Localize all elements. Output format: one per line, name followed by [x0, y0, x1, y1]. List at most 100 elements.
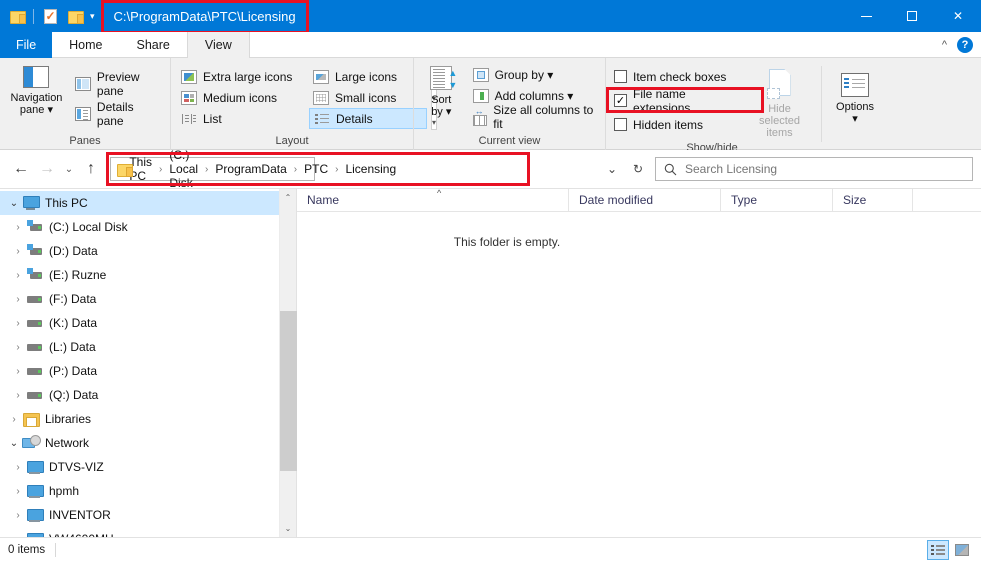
breadcrumb-separator-icon: › — [335, 163, 339, 175]
hidden-items-option[interactable]: Hidden items — [612, 114, 736, 135]
layout-extra-large-icons[interactable]: Extra large icons — [177, 66, 305, 87]
layout-medium-icons[interactable]: Medium icons — [177, 87, 305, 108]
tree-item-label: This PC — [45, 196, 88, 210]
scrollbar-thumb[interactable] — [279, 311, 297, 471]
tree-item-q-data[interactable]: › (Q:) Data — [0, 383, 296, 407]
preview-pane-button[interactable]: Preview pane — [73, 70, 164, 98]
file-name-extensions-label: File name extensions — [633, 86, 691, 115]
tab-share[interactable]: Share — [120, 32, 187, 58]
chevron-down-icon[interactable]: ⌄ — [6, 198, 22, 209]
breadcrumb-item-local-disk[interactable]: (C:) Local Disk — [164, 148, 203, 190]
tab-home[interactable]: Home — [52, 32, 119, 58]
details-view-toggle[interactable] — [927, 539, 949, 560]
sort-by-button[interactable]: ▲ ▼ Sort by ▾ — [420, 63, 463, 118]
close-button[interactable]: ✕ — [935, 0, 981, 32]
tree-item-k-data[interactable]: › (K:) Data — [0, 311, 296, 335]
scroll-down-icon[interactable]: ⌄ — [280, 520, 297, 537]
ribbon-group-panes: Navigation pane ▾ Preview pane Details p… — [0, 58, 170, 150]
column-header-type[interactable]: Type — [721, 188, 833, 212]
chevron-down-icon[interactable]: ⌄ — [6, 438, 22, 449]
tree-item-l-data[interactable]: › (L:) Data — [0, 335, 296, 359]
tree-item-libraries[interactable]: › Libraries — [0, 407, 296, 431]
chevron-right-icon[interactable]: › — [10, 486, 26, 497]
column-header-size[interactable]: Size — [833, 188, 913, 212]
tree-item-this-pc[interactable]: ⌄ This PC — [0, 191, 296, 215]
back-button[interactable]: ← — [8, 156, 34, 182]
tree-item-e-ruzne[interactable]: › (E:) Ruzne — [0, 263, 296, 287]
tree-item-label: (E:) Ruzne — [49, 268, 107, 282]
size-all-columns-button[interactable]: Size all columns to fit — [471, 103, 599, 131]
tree-item-label: (P:) Data — [49, 364, 98, 378]
up-button[interactable]: ↑ — [78, 156, 104, 182]
computer-icon — [26, 483, 44, 499]
layout-small-icons[interactable]: Small icons — [309, 87, 427, 108]
navigation-pane-scrollbar[interactable]: ⌃ ⌄ — [279, 189, 297, 537]
chevron-right-icon[interactable]: › — [10, 270, 26, 281]
hidden-items-checkbox[interactable] — [614, 118, 627, 131]
layout-list[interactable]: List — [177, 108, 305, 129]
file-name-extensions-option[interactable]: ✓ File name extensions — [606, 87, 764, 115]
column-header-name[interactable]: Name ^ — [297, 188, 569, 212]
chevron-right-icon[interactable]: › — [10, 462, 26, 473]
column-header-date-modified[interactable]: Date modified — [569, 188, 721, 212]
tab-file[interactable]: File — [0, 32, 53, 58]
breadcrumb-item-ptc[interactable]: PTC — [299, 162, 333, 176]
properties-icon[interactable] — [39, 5, 61, 27]
navigation-pane-button[interactable]: Navigation pane ▾ — [6, 63, 67, 116]
layout-label: Medium icons — [203, 90, 278, 105]
options-button[interactable]: Options ▾ — [822, 70, 888, 125]
collapse-ribbon-icon[interactable]: ^ — [942, 39, 947, 51]
breadcrumb-item-licensing[interactable]: Licensing — [340, 162, 401, 176]
file-name-extensions-checkbox[interactable]: ✓ — [614, 94, 627, 107]
scroll-up-icon[interactable]: ⌃ — [280, 189, 297, 206]
minimize-button[interactable] — [843, 0, 889, 32]
chevron-right-icon[interactable]: › — [10, 246, 26, 257]
tree-item-vw4600mh[interactable]: › VW4600MH — [0, 527, 296, 537]
folder-icon[interactable] — [6, 5, 28, 27]
column-header-extra[interactable] — [913, 189, 981, 212]
item-check-boxes-option[interactable]: Item check boxes — [612, 66, 736, 87]
breadcrumb-item-programdata[interactable]: ProgramData — [210, 162, 291, 176]
chevron-right-icon[interactable]: › — [6, 414, 22, 425]
breadcrumb-container: › This PC › (C:) Local Disk › ProgramDat… — [106, 148, 599, 190]
customize-quick-access-chevron-icon[interactable]: ▾ — [90, 11, 95, 22]
details-pane-icon — [74, 106, 91, 121]
refresh-icon[interactable]: ↻ — [625, 157, 651, 181]
chevron-right-icon[interactable]: › — [10, 510, 26, 521]
chevron-right-icon[interactable]: › — [10, 318, 26, 329]
chevron-right-icon[interactable]: › — [10, 390, 26, 401]
tab-view[interactable]: View — [186, 32, 250, 58]
recent-locations-icon[interactable]: ⌄ — [60, 156, 78, 182]
tree-item-inventor[interactable]: › INVENTOR — [0, 503, 296, 527]
tree-item-d-data[interactable]: › (D:) Data — [0, 239, 296, 263]
large-icons-icon — [313, 69, 329, 84]
help-icon[interactable]: ? — [957, 36, 973, 53]
column-header-label: Name — [307, 193, 340, 207]
chevron-right-icon[interactable]: › — [10, 222, 26, 233]
layout-large-icons[interactable]: Large icons — [309, 66, 427, 87]
tree-item-p-data[interactable]: › (P:) Data — [0, 359, 296, 383]
chevron-right-icon[interactable]: › — [10, 342, 26, 353]
chevron-right-icon[interactable]: › — [10, 294, 26, 305]
tree-item-hpmh[interactable]: › hpmh — [0, 479, 296, 503]
address-dropdown-icon[interactable]: ⌄ — [599, 157, 625, 181]
group-by-button[interactable]: Group by ▾ — [471, 64, 599, 85]
item-check-boxes-checkbox[interactable] — [614, 70, 627, 83]
large-icons-view-toggle[interactable] — [951, 540, 973, 560]
details-pane-button[interactable]: Details pane — [73, 100, 164, 128]
title-bar: ▾ C:\ProgramData\PTC\Licensing ✕ — [0, 0, 981, 34]
search-input[interactable]: Search Licensing — [655, 157, 973, 181]
maximize-button[interactable] — [889, 0, 935, 32]
scrollbar-track[interactable] — [279, 206, 297, 520]
chevron-right-icon[interactable]: › — [10, 366, 26, 377]
details-pane-label: Details pane — [96, 99, 134, 128]
tree-item-f-data[interactable]: › (F:) Data — [0, 287, 296, 311]
breadcrumb[interactable]: › This PC › (C:) Local Disk › ProgramDat… — [110, 148, 396, 190]
new-folder-icon[interactable] — [64, 5, 86, 27]
tree-item-dtvs-viz[interactable]: › DTVS-VIZ — [0, 455, 296, 479]
layout-details[interactable]: Details — [309, 108, 427, 129]
tree-item-c-local-disk[interactable]: › (C:) Local Disk — [0, 215, 296, 239]
tree-item-network[interactable]: ⌄ Network — [0, 431, 296, 455]
chevron-right-icon[interactable]: › — [10, 534, 26, 538]
folder-tree: ⌄ This PC › (C:) Local Disk › (D:) Data … — [0, 189, 296, 537]
